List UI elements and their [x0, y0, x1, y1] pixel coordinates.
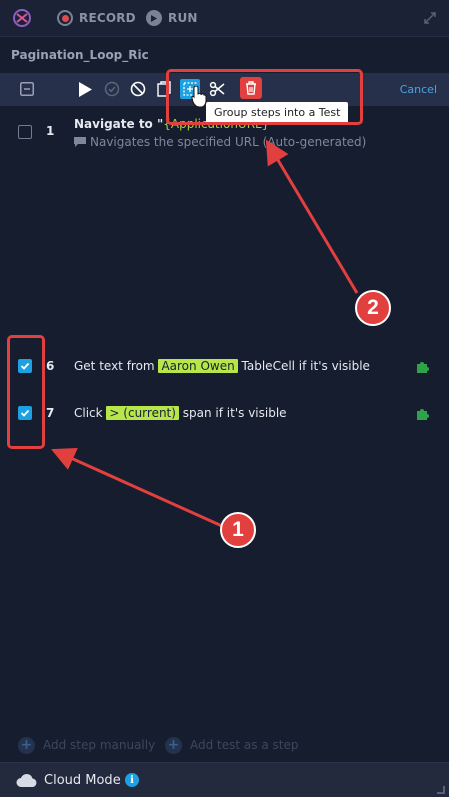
step-description-row: Navigates the specified URL (Auto-genera…: [74, 135, 366, 149]
annotation-badge-1: 1: [220, 512, 256, 548]
record-button[interactable]: RECORD: [57, 9, 136, 27]
run-icon: [146, 10, 162, 26]
record-icon: [57, 10, 73, 26]
comment-icon: [74, 137, 86, 147]
annotation-arrow-1: [51, 447, 223, 528]
step-number: 1: [46, 124, 55, 138]
play-icon[interactable]: [75, 79, 95, 99]
step-row[interactable]: 7 Click > (current) span if it's visible: [0, 404, 449, 424]
step-element: > (current): [106, 406, 179, 420]
add-test-label: Add test as a step: [190, 738, 299, 752]
plus-icon: +: [165, 736, 182, 754]
top-bar: RECORD RUN: [0, 0, 449, 37]
step-title-suffix: TableCell if it's visible: [241, 359, 370, 373]
disable-icon[interactable]: [128, 79, 148, 99]
cloud-icon: [16, 773, 37, 787]
add-test-as-step-button[interactable]: + Add test as a step: [165, 735, 298, 755]
add-step-manually-button[interactable]: + Add step manually: [18, 735, 155, 755]
select-all-checkbox-icon[interactable]: [17, 79, 37, 99]
step-checkbox[interactable]: [18, 125, 32, 139]
step-title-prefix: Get text from: [74, 359, 155, 373]
step-description: Navigates the specified URL (Auto-genera…: [90, 135, 367, 149]
step-title: Click > (current) span if it's visible: [74, 406, 287, 420]
collapse-icon[interactable]: [422, 10, 438, 26]
step-title-prefix: Navigate to ": [74, 117, 164, 131]
run-button[interactable]: RUN: [146, 9, 198, 27]
step-number: 7: [46, 406, 55, 420]
puzzle-icon: [417, 362, 429, 373]
cancel-button[interactable]: Cancel: [400, 83, 437, 96]
puzzle-icon: [417, 409, 429, 420]
cloud-mode-label: Cloud Mode: [44, 773, 121, 788]
annotation-box-checkboxes: [7, 335, 45, 449]
footer: Cloud Mode i: [0, 762, 449, 797]
step-element: Aaron Owen: [158, 359, 238, 373]
step-row[interactable]: 6 Get text from Aaron Owen TableCell if …: [0, 357, 449, 377]
test-name: Pagination_Loop_Ric: [11, 48, 149, 62]
check-circle-icon[interactable]: [102, 79, 122, 99]
run-label: RUN: [168, 11, 198, 25]
record-label: RECORD: [79, 11, 136, 25]
annotation-arrow-2: [265, 139, 359, 294]
resize-handle-icon[interactable]: [437, 786, 445, 794]
info-icon[interactable]: i: [125, 773, 139, 787]
annotation-box-toolbar: [166, 69, 363, 125]
add-step-label: Add step manually: [43, 738, 156, 752]
annotation-badge-2: 2: [355, 290, 391, 326]
plus-icon: +: [18, 736, 35, 754]
step-title: Get text from Aaron Owen TableCell if it…: [74, 359, 370, 373]
app-logo-icon: [13, 9, 31, 27]
step-number: 6: [46, 359, 55, 373]
step-title-prefix: Click: [74, 406, 103, 420]
step-title-suffix: span if it's visible: [182, 406, 287, 420]
